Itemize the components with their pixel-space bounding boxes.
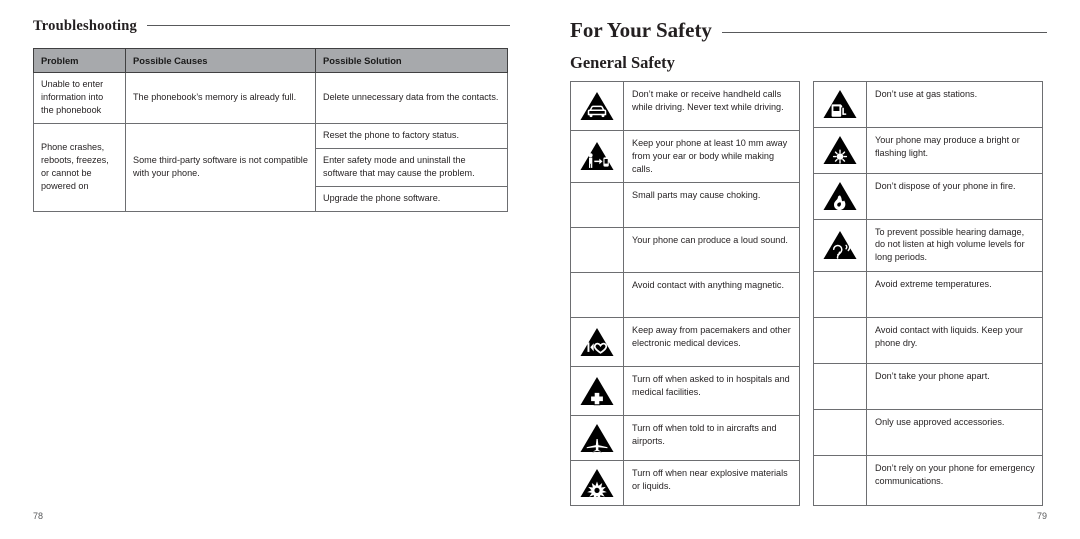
body-distance-warning-icon <box>571 138 623 174</box>
cell-solution: Delete unnecessary data from the contact… <box>315 72 508 125</box>
explosive-warning-icon <box>571 465 623 501</box>
bright-light-warning-icon <box>814 132 866 168</box>
safety-text-cell: Turn off when near explosive materials o… <box>623 459 800 506</box>
general-safety-tables: Don’t make or receive handheld calls whi… <box>570 81 1047 506</box>
heading-rule <box>147 25 510 26</box>
page-spread: Troubleshooting Problem Possible Causes … <box>0 0 1080 539</box>
safety-row: Small parts may cause choking. <box>570 181 800 228</box>
safety-text-cell: Don’t rely on your phone for emergency c… <box>866 454 1043 506</box>
safety-text-cell: Don’t dispose of your phone in fire. <box>866 172 1043 220</box>
page-title: Troubleshooting <box>33 18 137 34</box>
gas-station-warning-icon <box>814 86 866 122</box>
safety-text-cell: Keep your phone at least 10 mm away from… <box>623 130 800 183</box>
safety-table-right: Don’t use at gas stations. Your phone may… <box>813 81 1043 506</box>
cell-solution: Reset the phone to factory status. <box>315 123 508 149</box>
safety-text-cell: Turn off when asked to in hospitals and … <box>623 365 800 416</box>
troubleshooting-table: Problem Possible Causes Possible Solutio… <box>33 47 508 212</box>
safety-icon-cell <box>570 316 624 367</box>
safety-text-cell: Only use approved accessories. <box>866 408 1043 456</box>
safety-text-cell: Your phone can produce a loud sound. <box>623 226 800 273</box>
hospital-warning-icon <box>571 373 623 409</box>
column-header-problem: Problem <box>33 47 126 74</box>
column-header-possible-causes: Possible Causes <box>125 47 316 74</box>
safety-row: Don’t make or receive handheld calls whi… <box>570 81 800 131</box>
safety-row: Your phone can produce a loud sound. <box>570 226 800 273</box>
left-page: Troubleshooting Problem Possible Causes … <box>0 0 540 539</box>
safety-icon-cell <box>570 226 624 273</box>
table-row: Unable to enter information into the pho… <box>33 72 508 125</box>
safety-row: Turn off when told to in aircrafts and a… <box>570 414 800 461</box>
safety-icon-cell <box>813 126 867 174</box>
cell-solution: Upgrade the phone software. <box>315 185 508 212</box>
safety-icon-cell <box>570 459 624 506</box>
safety-row: Don’t use at gas stations. <box>813 81 1043 128</box>
safety-icon-cell <box>813 408 867 456</box>
hearing-warning-icon <box>814 227 866 263</box>
safety-icon-cell <box>570 365 624 416</box>
safety-icon-cell <box>813 218 867 273</box>
pacemaker-warning-icon <box>571 324 623 360</box>
chapter-heading: For Your Safety <box>570 18 1047 43</box>
safety-text-cell: Don’t take your phone apart. <box>866 363 1043 410</box>
car-warning-icon <box>571 88 623 124</box>
cell-solution: Enter safety mode and uninstall the soft… <box>315 147 508 187</box>
safety-row: To prevent possible hearing damage, do n… <box>813 218 1043 273</box>
section-title: General Safety <box>570 53 675 72</box>
safety-row: Avoid extreme temperatures. <box>813 271 1043 319</box>
column-header-possible-solution: Possible Solution <box>315 47 508 74</box>
safety-row: Turn off when asked to in hospitals and … <box>570 365 800 416</box>
safety-text-cell: Don’t use at gas stations. <box>866 81 1043 128</box>
safety-row: Turn off when near explosive materials o… <box>570 459 800 506</box>
right-page: For Your Safety General Safety Don’t mak… <box>540 0 1080 539</box>
cell-problem: Unable to enter information into the pho… <box>33 72 126 125</box>
chapter-title: For Your Safety <box>570 18 712 42</box>
safety-row: Only use approved accessories. <box>813 408 1043 456</box>
page-number-right: 79 <box>1036 511 1047 521</box>
page-number-left: 78 <box>33 511 44 521</box>
safety-icon-cell <box>570 271 624 318</box>
safety-icon-cell <box>813 454 867 506</box>
safety-row: Avoid contact with liquids. Keep your ph… <box>813 317 1043 364</box>
aircraft-warning-icon <box>571 420 623 456</box>
safety-row: Avoid contact with anything magnetic. <box>570 271 800 318</box>
safety-text-cell: Turn off when told to in aircrafts and a… <box>623 414 800 461</box>
cell-problem: Phone crashes, reboots, freezes, or cann… <box>33 123 126 212</box>
safety-text-cell: To prevent possible hearing damage, do n… <box>866 218 1043 273</box>
safety-row: Don’t dispose of your phone in fire. <box>813 172 1043 220</box>
safety-text-cell: Small parts may cause choking. <box>623 181 800 228</box>
chapter-heading-rule <box>721 32 1047 33</box>
safety-icon-cell <box>570 81 624 131</box>
safety-icon-cell <box>813 172 867 220</box>
safety-text-cell: Your phone may produce a bright or flash… <box>866 126 1043 174</box>
safety-icon-cell <box>813 317 867 364</box>
safety-row: Don’t take your phone apart. <box>813 363 1043 410</box>
table-row: Phone crashes, reboots, freezes, or cann… <box>33 123 508 212</box>
safety-text-cell: Avoid contact with anything magnetic. <box>623 271 800 318</box>
safety-icon-cell <box>570 130 624 183</box>
table-header-row: Problem Possible Causes Possible Solutio… <box>33 47 508 74</box>
safety-row: Your phone may produce a bright or flash… <box>813 126 1043 174</box>
safety-text-cell: Don’t make or receive handheld calls whi… <box>623 81 800 131</box>
safety-row: Keep your phone at least 10 mm away from… <box>570 130 800 183</box>
cell-cause: The phonebook’s memory is already full. <box>125 72 316 125</box>
safety-text-cell: Keep away from pacemakers and other elec… <box>623 316 800 367</box>
safety-icon-cell <box>813 271 867 319</box>
cell-cause: Some third-party software is not compati… <box>125 123 316 212</box>
safety-icon-cell <box>813 81 867 128</box>
fire-warning-icon <box>814 178 866 214</box>
safety-row: Keep away from pacemakers and other elec… <box>570 316 800 367</box>
safety-icon-cell <box>813 363 867 410</box>
safety-text-cell: Avoid extreme temperatures. <box>866 271 1043 319</box>
running-head-troubleshooting: Troubleshooting <box>33 18 510 35</box>
safety-row: Don’t rely on your phone for emergency c… <box>813 454 1043 506</box>
safety-icon-cell <box>570 414 624 461</box>
safety-icon-cell <box>570 181 624 228</box>
safety-text-cell: Avoid contact with liquids. Keep your ph… <box>866 317 1043 364</box>
safety-table-left: Don’t make or receive handheld calls whi… <box>570 81 800 506</box>
